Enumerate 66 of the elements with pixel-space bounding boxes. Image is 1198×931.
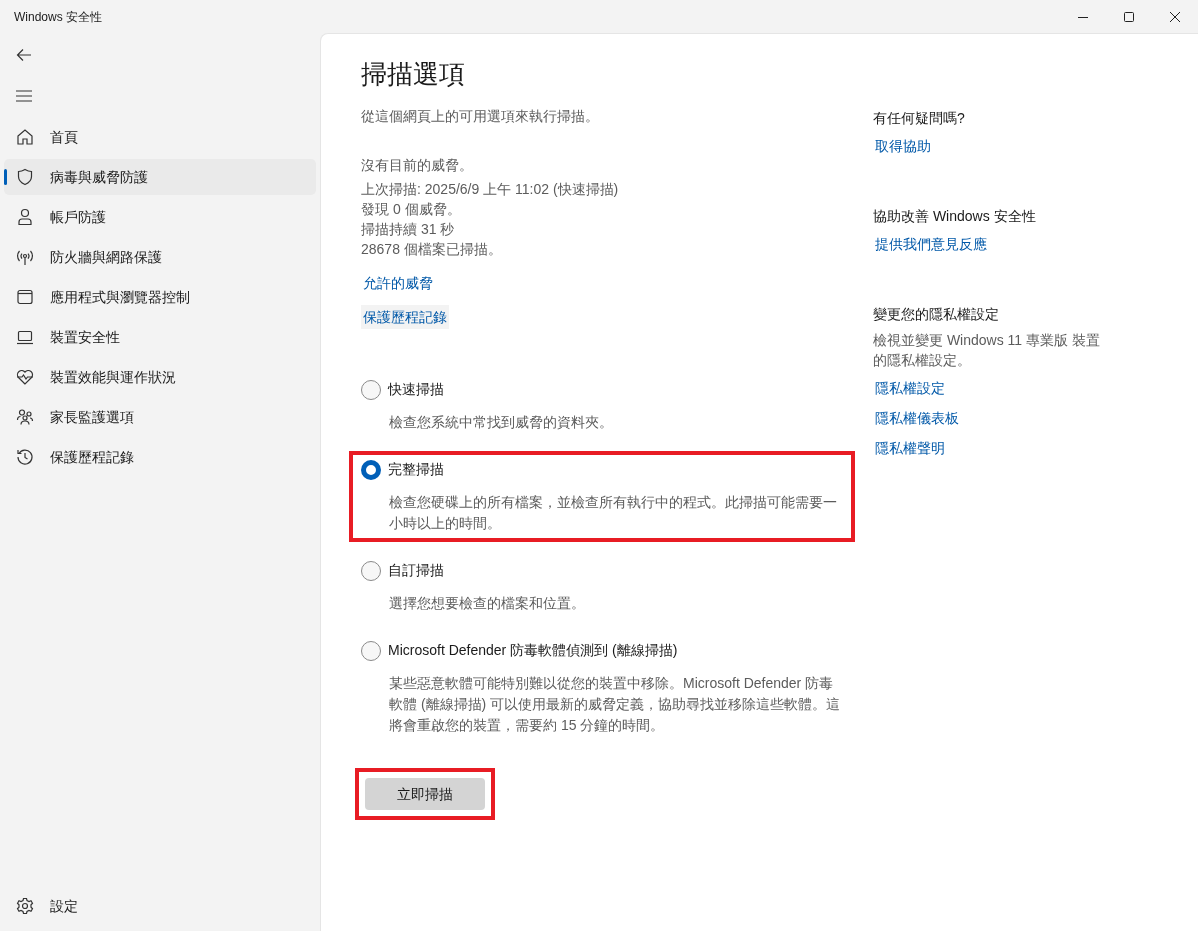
person-icon — [16, 208, 34, 226]
link[interactable]: 隱私權儀表板 — [873, 406, 961, 430]
link[interactable]: 隱私權聲明 — [873, 436, 947, 460]
nav-label: 應用程式與瀏覽器控制 — [50, 287, 190, 307]
nav-item[interactable]: 防火牆與網路保護 — [4, 239, 316, 275]
heart-pulse-icon — [16, 368, 34, 386]
section-text: 檢視並變更 Windows 11 專業版 裝置的隱私權設定。 — [873, 331, 1101, 370]
radio-button[interactable] — [361, 560, 381, 581]
link[interactable]: 取得協助 — [873, 134, 933, 158]
nav-label: 首頁 — [50, 127, 78, 147]
section-heading: 協助改善 Windows 安全性 — [873, 207, 1036, 226]
nav-item[interactable]: 帳戶防護 — [4, 199, 316, 235]
radio-button[interactable] — [361, 459, 381, 480]
people-icon — [16, 408, 34, 426]
radio-button[interactable] — [361, 379, 381, 400]
status-text: 沒有目前的威脅。 — [361, 156, 474, 175]
option-description: 檢查您硬碟上的所有檔案，並檢查所有執行中的程式。此掃描可能需要一小時以上的時間。 — [388, 493, 838, 533]
nav-label: 裝置效能與運作狀況 — [50, 367, 176, 387]
close-icon — [1170, 11, 1180, 22]
settings-item[interactable]: 設定 — [4, 888, 316, 924]
page-description: 從這個網頁上的可用選項來執行掃描。 — [361, 107, 600, 126]
menu-icon[interactable] — [16, 90, 32, 102]
history-icon — [16, 448, 34, 466]
section-heading: 有任何疑問嗎? — [873, 109, 965, 128]
link[interactable]: 允許的威脅 — [361, 271, 435, 295]
window-title: Windows 安全性 — [14, 8, 102, 26]
nav-label: 設定 — [50, 896, 78, 916]
nav-label: 保護歷程記錄 — [50, 447, 134, 467]
back-arrow-icon[interactable] — [16, 48, 32, 62]
page-title: 掃描選項 — [361, 58, 466, 91]
maximize-icon — [1124, 11, 1134, 22]
status-text: 發現 0 個威脅。 — [361, 200, 462, 219]
nav-item[interactable]: 裝置安全性 — [4, 319, 316, 355]
home-icon — [16, 128, 34, 146]
window-icon — [16, 288, 34, 306]
option-description: 某些惡意軟體可能特別難以從您的裝置中移除。Microsoft Defender 防毒軟體 (離線掃描) 可以使用最新的威脅定義，協助尋找並移除這些軟體。這將會重啟您的裝置，需要約 15 分鐘的時間。 — [388, 674, 842, 735]
option-description: 選擇您想要檢查的檔案和位置。 — [388, 594, 586, 613]
option-label: 完整掃描 — [388, 460, 444, 479]
nav-item[interactable]: 應用程式與瀏覽器控制 — [4, 279, 316, 315]
radio-button[interactable] — [361, 640, 381, 661]
section-heading: 變更您的隱私權設定 — [873, 305, 999, 324]
option-description: 檢查您系統中常找到威脅的資料夾。 — [388, 413, 614, 432]
option-label: Microsoft Defender 防毒軟體偵測到 (離線掃描) — [388, 641, 678, 660]
scan-now-button[interactable]: 立即掃描 — [365, 778, 485, 810]
laptop-icon — [16, 328, 34, 346]
option-label: 自訂掃描 — [388, 561, 444, 580]
status-text: 掃描持續 31 秒 — [361, 220, 456, 239]
antenna-icon — [16, 248, 34, 266]
status-text: 28678 個檔案已掃描。 — [361, 240, 503, 259]
nav-label: 防火牆與網路保護 — [50, 247, 162, 267]
nav-label: 病毒與威脅防護 — [50, 167, 148, 187]
nav-label: 帳戶防護 — [50, 207, 106, 227]
nav-item[interactable]: 家長監護選項 — [4, 399, 316, 435]
nav-item[interactable]: 首頁 — [4, 119, 316, 155]
shield-icon — [16, 168, 34, 186]
status-text: 上次掃描: 2025/6/9 上午 11:02 (快速掃描) — [361, 180, 620, 199]
link[interactable]: 隱私權設定 — [873, 376, 947, 400]
nav-item[interactable]: 病毒與威脅防護 — [4, 159, 316, 195]
option-label: 快速掃描 — [388, 380, 444, 399]
gear-icon — [16, 897, 34, 915]
nav-label: 家長監護選項 — [50, 407, 134, 427]
link[interactable]: 保護歷程記錄 — [361, 305, 449, 329]
link[interactable]: 提供我們意見反應 — [873, 232, 989, 256]
nav-item[interactable]: 保護歷程記錄 — [4, 439, 316, 475]
nav-label: 裝置安全性 — [50, 327, 120, 347]
nav-item[interactable]: 裝置效能與運作狀況 — [4, 359, 316, 395]
